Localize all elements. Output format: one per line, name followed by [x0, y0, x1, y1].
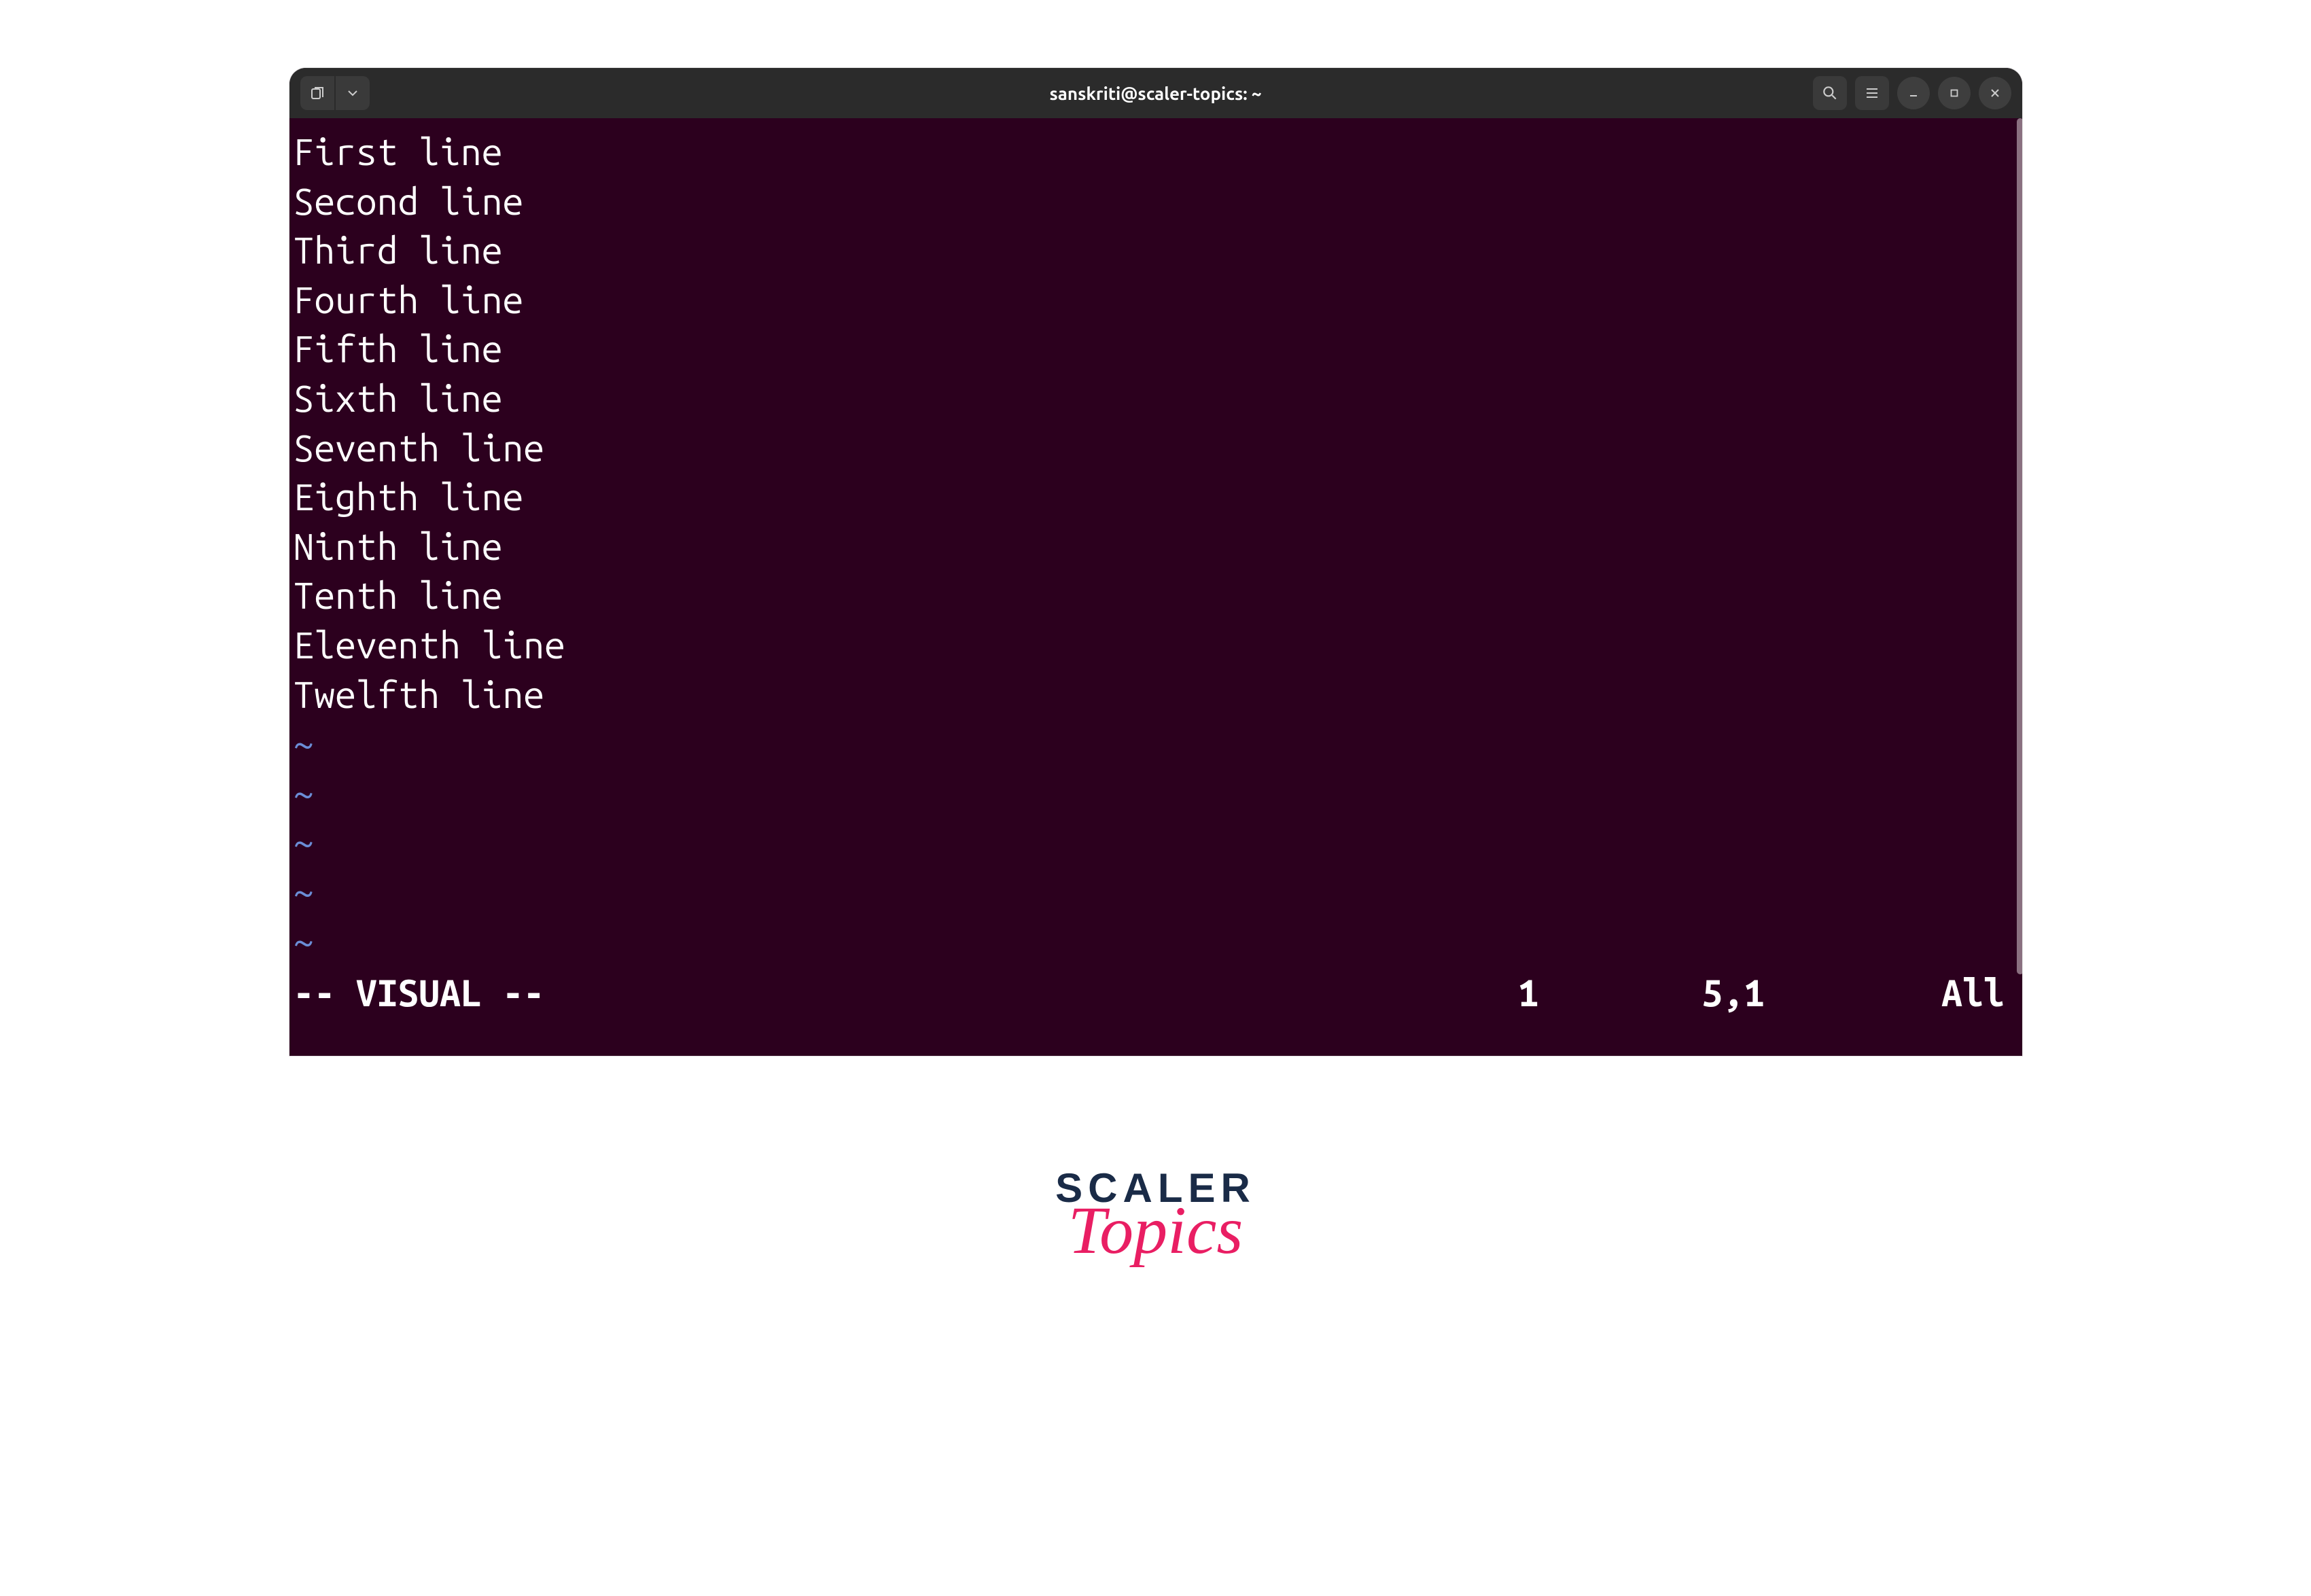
editor-line: Sixth line	[294, 374, 2018, 424]
editor-line: Seventh line	[294, 424, 2018, 474]
terminal-content-area[interactable]: First lineSecond lineThird lineFourth li…	[289, 118, 2022, 1056]
editor-line: Twelfth line	[294, 671, 2018, 720]
tab-dropdown-button[interactable]	[336, 76, 370, 110]
chevron-down-icon	[346, 86, 359, 100]
editor-line: Eighth line	[294, 473, 2018, 522]
titlebar-right-controls	[1813, 76, 2011, 110]
vim-tilde-line: ~	[294, 818, 2018, 868]
scaler-logo: SCALER Topics	[1055, 1165, 1256, 1269]
tilde-lines-container: ~~~~~	[294, 720, 2018, 966]
editor-line: Ninth line	[294, 522, 2018, 572]
vim-tilde-line: ~	[294, 769, 2018, 819]
vim-status-line: -- VISUAL -- 1 5,1 All	[294, 969, 2018, 1018]
editor-line: First line	[294, 128, 2018, 177]
close-button[interactable]	[1979, 77, 2011, 109]
search-icon	[1821, 84, 1839, 102]
vim-view-position: All	[1941, 969, 2004, 1018]
new-tab-icon	[309, 85, 325, 101]
maximize-button[interactable]	[1938, 77, 1971, 109]
editor-line: Fifth line	[294, 325, 2018, 374]
close-icon	[1988, 86, 2002, 100]
terminal-window: sanskriti@scaler-topics: ~	[289, 68, 2022, 1056]
window-title: sanskriti@scaler-topics: ~	[1049, 84, 1261, 103]
editor-line: Third line	[294, 226, 2018, 276]
minimize-button[interactable]	[1897, 77, 1930, 109]
titlebar-left-controls	[300, 76, 370, 110]
logo-topics-text: Topics	[1055, 1191, 1256, 1269]
vim-mode: -- VISUAL --	[294, 969, 545, 1018]
editor-line: Tenth line	[294, 571, 2018, 621]
window-titlebar: sanskriti@scaler-topics: ~	[289, 68, 2022, 118]
new-tab-button[interactable]	[300, 76, 334, 110]
vim-tilde-line: ~	[294, 917, 2018, 967]
editor-line: Second line	[294, 177, 2018, 227]
vim-tilde-line: ~	[294, 720, 2018, 769]
editor-line: Fourth line	[294, 276, 2018, 325]
vim-cursor-position: 5,1	[1702, 969, 1765, 1018]
hamburger-icon	[1864, 85, 1880, 101]
minimize-icon	[1907, 86, 1920, 100]
search-button[interactable]	[1813, 76, 1847, 110]
editor-lines-container: First lineSecond lineThird lineFourth li…	[294, 128, 2018, 720]
maximize-icon	[1948, 87, 1960, 99]
menu-button[interactable]	[1855, 76, 1889, 110]
scrollbar[interactable]	[2017, 118, 2022, 974]
editor-line: Eleventh line	[294, 621, 2018, 671]
vim-tilde-line: ~	[294, 868, 2018, 917]
vim-status-count: 1	[1518, 969, 1539, 1018]
